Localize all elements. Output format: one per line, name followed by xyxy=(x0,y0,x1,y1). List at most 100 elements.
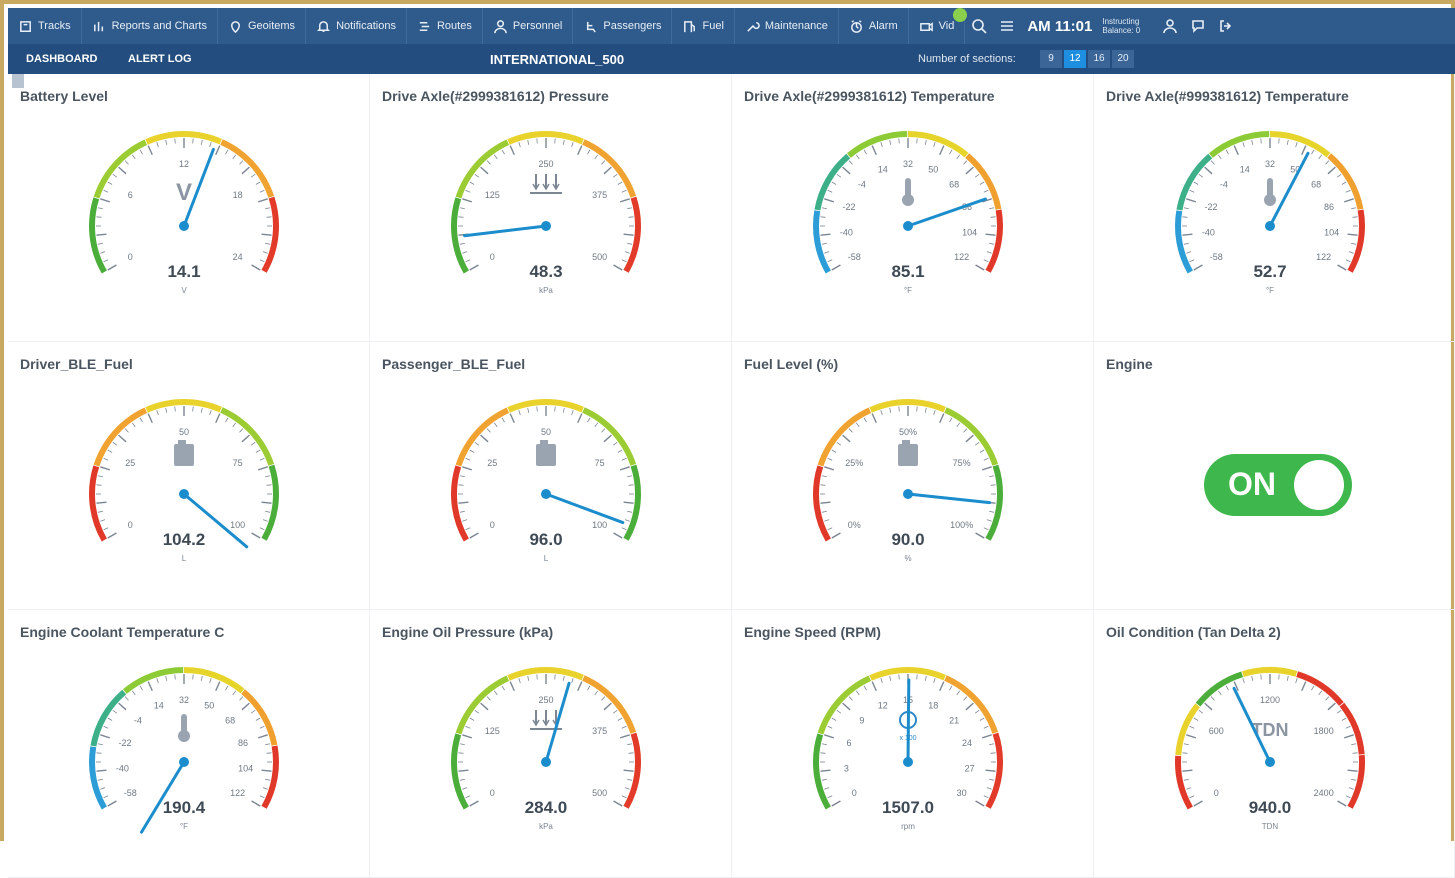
gauge-tick xyxy=(979,449,985,453)
gauge-tick xyxy=(465,527,471,531)
nav-item-reports-and-charts[interactable]: Reports and Charts xyxy=(82,8,218,44)
gauge-tick xyxy=(200,675,203,681)
gauge-hub xyxy=(903,757,913,767)
gauge-tick xyxy=(97,475,103,478)
gauge-value: 190.4 xyxy=(163,798,206,817)
nav-item-label: Routes xyxy=(436,20,472,32)
gauge-tick xyxy=(1198,173,1204,178)
logout-button[interactable] xyxy=(1212,8,1240,44)
gauge-tick xyxy=(554,138,556,144)
gauge-tick xyxy=(518,678,521,684)
gauge-tick-label: 375 xyxy=(592,190,607,200)
gauge-tick xyxy=(898,138,900,144)
chat-button[interactable] xyxy=(1184,8,1212,44)
nav-item-label: Vid xyxy=(938,20,955,32)
sections-selector: 9 12 16 20 xyxy=(1040,50,1136,68)
gauge-tick xyxy=(131,154,136,160)
gauge-tick xyxy=(1336,709,1342,714)
gauge-tick-label: 25% xyxy=(845,458,863,468)
gauge-tick xyxy=(821,778,827,781)
gauge-tick xyxy=(889,407,892,413)
gauge-tick xyxy=(200,407,203,413)
gauge-value: 48.3 xyxy=(529,262,562,281)
tab-alert-log[interactable]: ALERT LOG xyxy=(128,53,192,65)
gauge-tick xyxy=(459,207,465,210)
gauge-tick-label: -40 xyxy=(116,763,129,773)
gauge-tick xyxy=(880,678,883,684)
sections-option-12[interactable]: 12 xyxy=(1064,50,1086,68)
gauge-needle xyxy=(1268,151,1310,228)
gauge-tick-label: 27 xyxy=(965,763,975,773)
gauge-tick xyxy=(1348,251,1354,254)
gauge-arc-segment xyxy=(1175,210,1193,274)
nav-item-alarm[interactable]: Alarm xyxy=(839,8,909,44)
gauge-tick xyxy=(916,674,918,680)
sections-option-16[interactable]: 16 xyxy=(1088,50,1110,68)
gauge-tick xyxy=(1347,233,1358,236)
chat-icon xyxy=(1192,20,1205,33)
search-button[interactable] xyxy=(965,8,993,44)
gauge-tick xyxy=(863,149,867,155)
gauge-tick xyxy=(103,725,109,729)
nav-item-tracks[interactable]: Tracks xyxy=(8,8,82,44)
nav-item-personnel[interactable]: Personnel xyxy=(483,8,574,44)
gauge-tick-label: -22 xyxy=(1205,202,1218,212)
gauge-tick xyxy=(97,207,103,210)
nav-item-routes[interactable]: Routes xyxy=(407,8,483,44)
gauge-widget: Drive Axle(#2999381612) Temperature -58 -4… xyxy=(732,74,1094,342)
gauge-unit: % xyxy=(904,554,911,563)
gauge-tick xyxy=(975,264,985,271)
gauge-tick-label: -22 xyxy=(843,202,856,212)
nav-item-maintenance[interactable]: Maintenance xyxy=(735,8,839,44)
gauge-tick xyxy=(1189,795,1195,799)
tab-dashboard[interactable]: DASHBOARD xyxy=(26,53,98,65)
gauge-tick xyxy=(262,251,268,254)
gauge-tick xyxy=(124,160,129,165)
gauge-tick xyxy=(465,259,471,263)
gauge-tick xyxy=(118,434,127,443)
gauge-arc-segment xyxy=(1296,671,1344,706)
gauge-tick xyxy=(990,752,996,754)
gauge-tick xyxy=(257,734,268,739)
gauge-tick xyxy=(266,484,272,486)
gauge-tick-label: 86 xyxy=(1324,202,1334,212)
gauge-hub xyxy=(179,489,189,499)
clock: AM 11:01 xyxy=(1027,17,1093,35)
top-nav: Tracks Reports and Charts Geoitems Notifica… xyxy=(8,8,1455,44)
nav-item-passengers[interactable]: Passengers xyxy=(573,8,673,44)
user-button[interactable] xyxy=(1156,8,1184,44)
gauge-tick xyxy=(612,441,618,446)
gauge-tick xyxy=(1318,690,1323,696)
gauge-tick xyxy=(265,475,271,478)
gauge-tick xyxy=(465,189,471,193)
gauge-needle xyxy=(544,492,625,525)
nav-item-fuel[interactable]: Fuel xyxy=(672,8,735,44)
gauge-tick xyxy=(577,681,583,692)
menu-button[interactable] xyxy=(993,8,1021,44)
engine-toggle[interactable]: ON xyxy=(1204,454,1352,516)
gauge-needle xyxy=(906,678,911,764)
gauge-tick xyxy=(165,675,168,681)
gauge-tick xyxy=(554,406,556,412)
gauge-tick xyxy=(1225,685,1229,691)
gauge-tick xyxy=(601,696,606,701)
gauge-unit: °F xyxy=(180,822,188,831)
gauge-tick xyxy=(107,264,117,271)
gauge-tick xyxy=(255,717,261,721)
gauge-tick xyxy=(617,717,623,721)
gauge-hub xyxy=(1265,221,1275,231)
passenger-icon xyxy=(587,21,597,33)
gauge: -58-40-22-4143250688610412285.1°F xyxy=(813,131,1003,295)
gauge-tick xyxy=(621,527,627,531)
gauge-tick xyxy=(842,166,851,175)
nav-item-geoitems[interactable]: Geoitems xyxy=(218,8,307,44)
sections-option-9[interactable]: 9 xyxy=(1040,50,1062,68)
gauge-tick xyxy=(112,173,118,178)
gauge-tick-label: 1200 xyxy=(1260,695,1280,705)
gauge-tick xyxy=(1186,198,1197,203)
gauge-tick xyxy=(107,181,113,185)
gauge-tick xyxy=(842,702,851,711)
gauge-tick xyxy=(462,466,473,471)
sections-option-20[interactable]: 20 xyxy=(1112,50,1134,68)
nav-item-notifications[interactable]: Notifications xyxy=(306,8,407,44)
